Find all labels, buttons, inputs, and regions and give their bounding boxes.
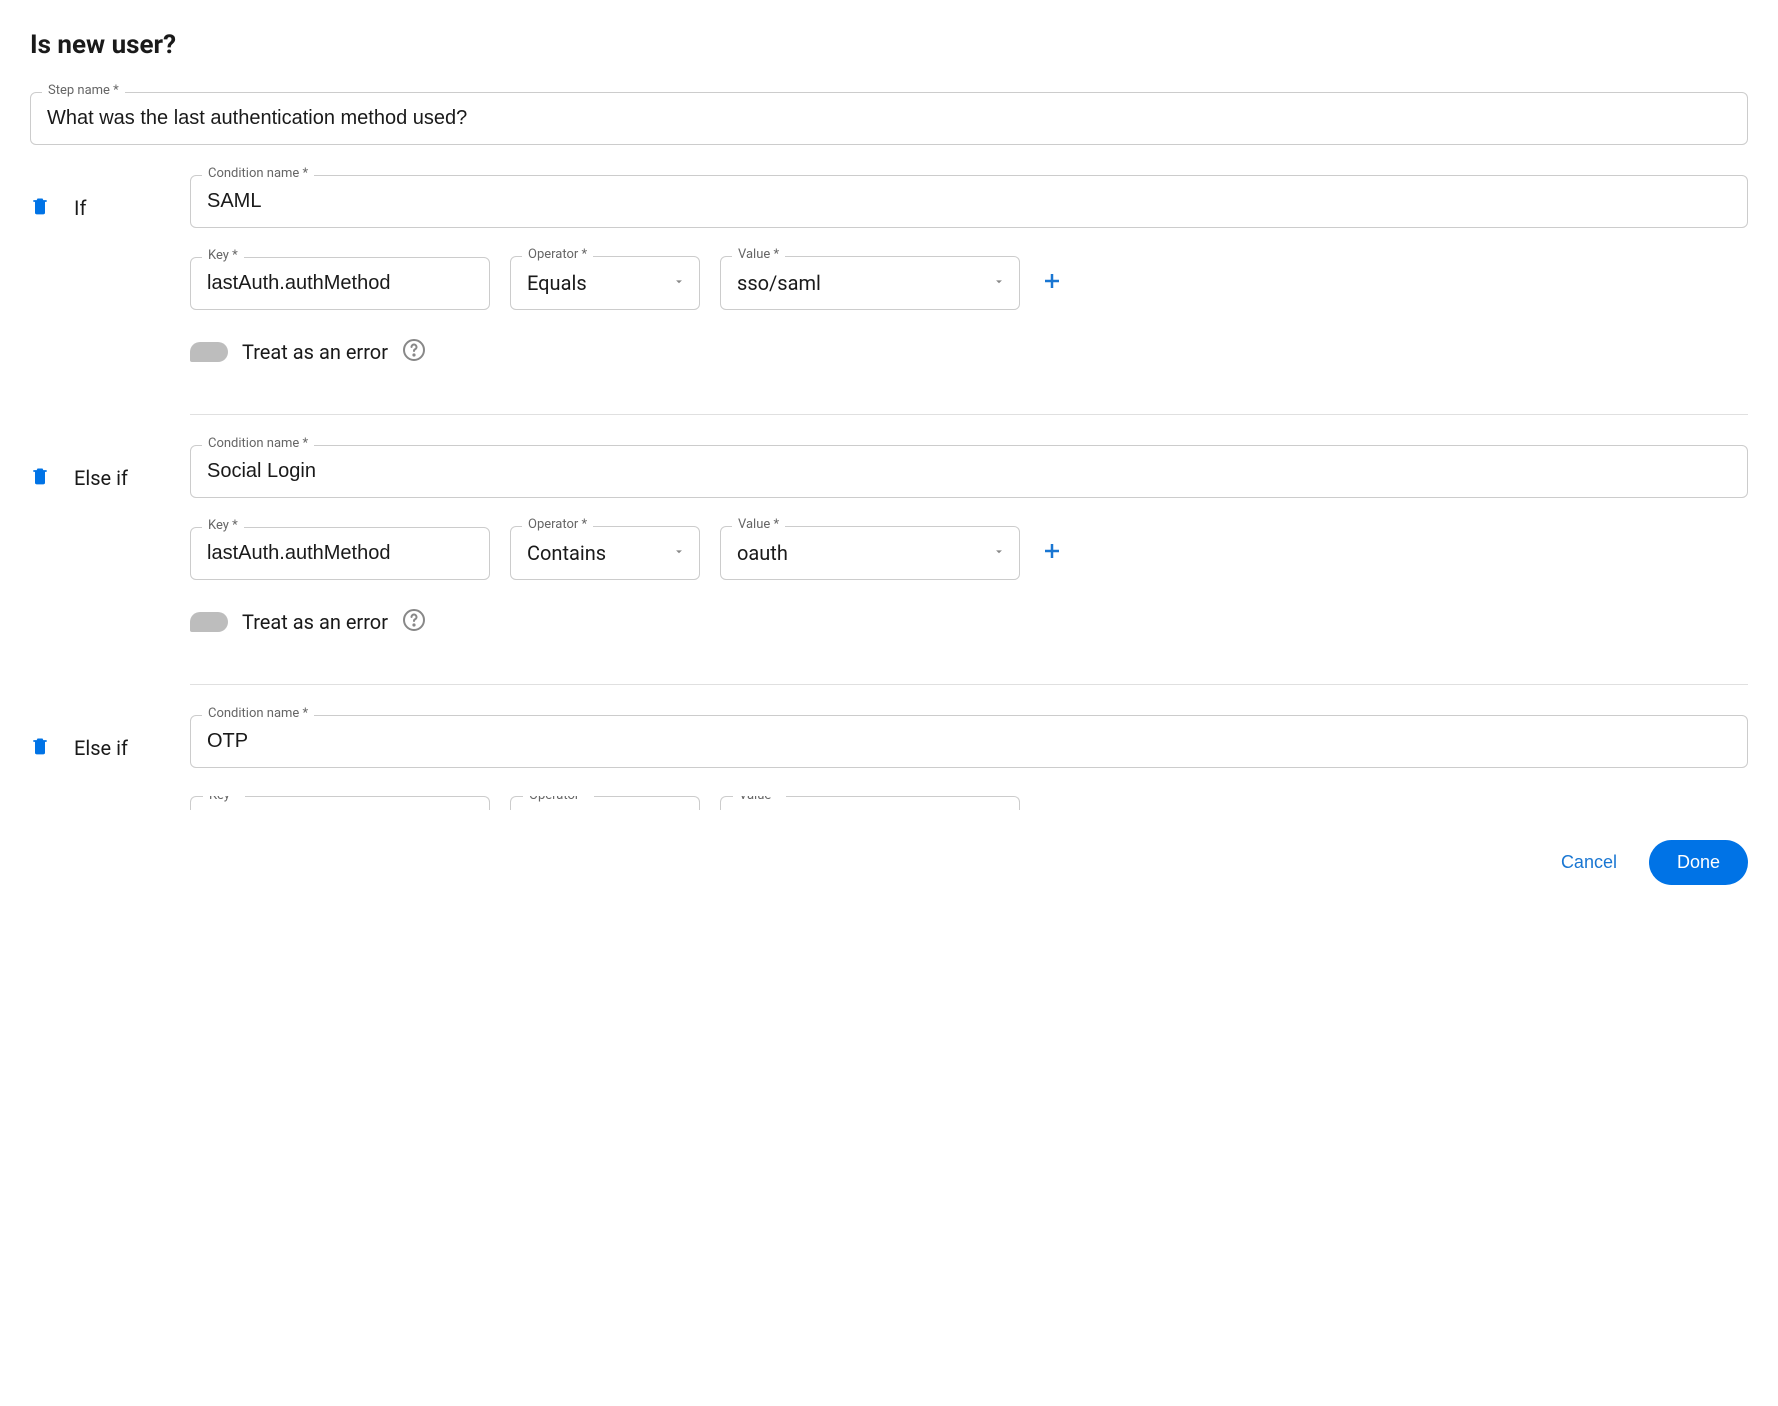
rule-row: Key * Operator * Equals Value * sso/saml bbox=[190, 256, 1748, 310]
error-row: Treat as an error bbox=[190, 608, 1748, 636]
key-field: Key * bbox=[190, 527, 490, 580]
treat-as-error-toggle[interactable] bbox=[190, 612, 228, 632]
condition-left: If bbox=[30, 175, 170, 221]
help-icon[interactable] bbox=[402, 338, 426, 366]
condition-block-elseif: Else if Condition name * Key * Operator … bbox=[30, 715, 1748, 810]
key-field: Key * bbox=[190, 257, 490, 310]
condition-name-label: Condition name * bbox=[202, 166, 314, 181]
condition-type-label: If bbox=[74, 196, 86, 220]
condition-right: Condition name * Key * Operator * Equals… bbox=[190, 175, 1748, 415]
condition-name-input[interactable] bbox=[190, 445, 1748, 498]
condition-block-elseif: Else if Condition name * Key * Operator … bbox=[30, 445, 1748, 685]
treat-as-error-toggle[interactable] bbox=[190, 342, 228, 362]
key-input[interactable] bbox=[190, 257, 490, 310]
condition-type-label: Else if bbox=[74, 736, 128, 760]
operator-label: Operator * bbox=[523, 796, 594, 803]
step-name-field: Step name * bbox=[30, 92, 1748, 145]
value-field: Value * sso/saml bbox=[720, 256, 1020, 310]
condition-name-label: Condition name * bbox=[202, 706, 314, 721]
done-button[interactable]: Done bbox=[1649, 840, 1748, 885]
cancel-button[interactable]: Cancel bbox=[1561, 852, 1617, 873]
key-label: Key * bbox=[202, 248, 244, 263]
trash-icon[interactable] bbox=[30, 735, 50, 761]
rule-row-truncated: Key * Operator * Value * bbox=[190, 796, 1748, 810]
key-label: Key * bbox=[203, 796, 245, 803]
step-name-input[interactable] bbox=[30, 92, 1748, 145]
condition-left: Else if bbox=[30, 445, 170, 491]
treat-as-error-label: Treat as an error bbox=[242, 340, 388, 364]
operator-label: Operator * bbox=[522, 517, 593, 532]
condition-right: Condition name * Key * Operator * Value … bbox=[190, 715, 1748, 810]
condition-name-input[interactable] bbox=[190, 715, 1748, 768]
condition-name-label: Condition name * bbox=[202, 436, 314, 451]
operator-field: Operator * Equals bbox=[510, 256, 700, 310]
operator-select[interactable]: Contains bbox=[510, 526, 700, 580]
operator-field: Operator * Contains bbox=[510, 526, 700, 580]
condition-right: Condition name * Key * Operator * Contai… bbox=[190, 445, 1748, 685]
plus-icon[interactable] bbox=[1040, 539, 1064, 567]
value-label: Value * bbox=[733, 796, 786, 803]
condition-type-label: Else if bbox=[74, 466, 128, 490]
value-field: Value * oauth bbox=[720, 526, 1020, 580]
divider bbox=[190, 684, 1748, 685]
value-select[interactable]: oauth bbox=[720, 526, 1020, 580]
condition-left: Else if bbox=[30, 715, 170, 761]
error-row: Treat as an error bbox=[190, 338, 1748, 366]
operator-label: Operator * bbox=[522, 247, 593, 262]
help-icon[interactable] bbox=[402, 608, 426, 636]
condition-block-if: If Condition name * Key * Operator * Equ… bbox=[30, 175, 1748, 415]
key-input[interactable] bbox=[190, 527, 490, 580]
page-title: Is new user? bbox=[30, 30, 1748, 60]
rule-row: Key * Operator * Contains Value * oauth bbox=[190, 526, 1748, 580]
plus-icon[interactable] bbox=[1040, 269, 1064, 297]
footer: Cancel Done bbox=[30, 840, 1748, 885]
value-label: Value * bbox=[732, 517, 785, 532]
value-label: Value * bbox=[732, 247, 785, 262]
condition-name-field: Condition name * bbox=[190, 445, 1748, 498]
condition-name-input[interactable] bbox=[190, 175, 1748, 228]
condition-name-field: Condition name * bbox=[190, 715, 1748, 768]
trash-icon[interactable] bbox=[30, 195, 50, 221]
treat-as-error-label: Treat as an error bbox=[242, 610, 388, 634]
divider bbox=[190, 414, 1748, 415]
operator-select[interactable]: Equals bbox=[510, 256, 700, 310]
key-label: Key * bbox=[202, 518, 244, 533]
condition-name-field: Condition name * bbox=[190, 175, 1748, 228]
value-select[interactable]: sso/saml bbox=[720, 256, 1020, 310]
trash-icon[interactable] bbox=[30, 465, 50, 491]
step-name-label: Step name * bbox=[42, 83, 125, 98]
